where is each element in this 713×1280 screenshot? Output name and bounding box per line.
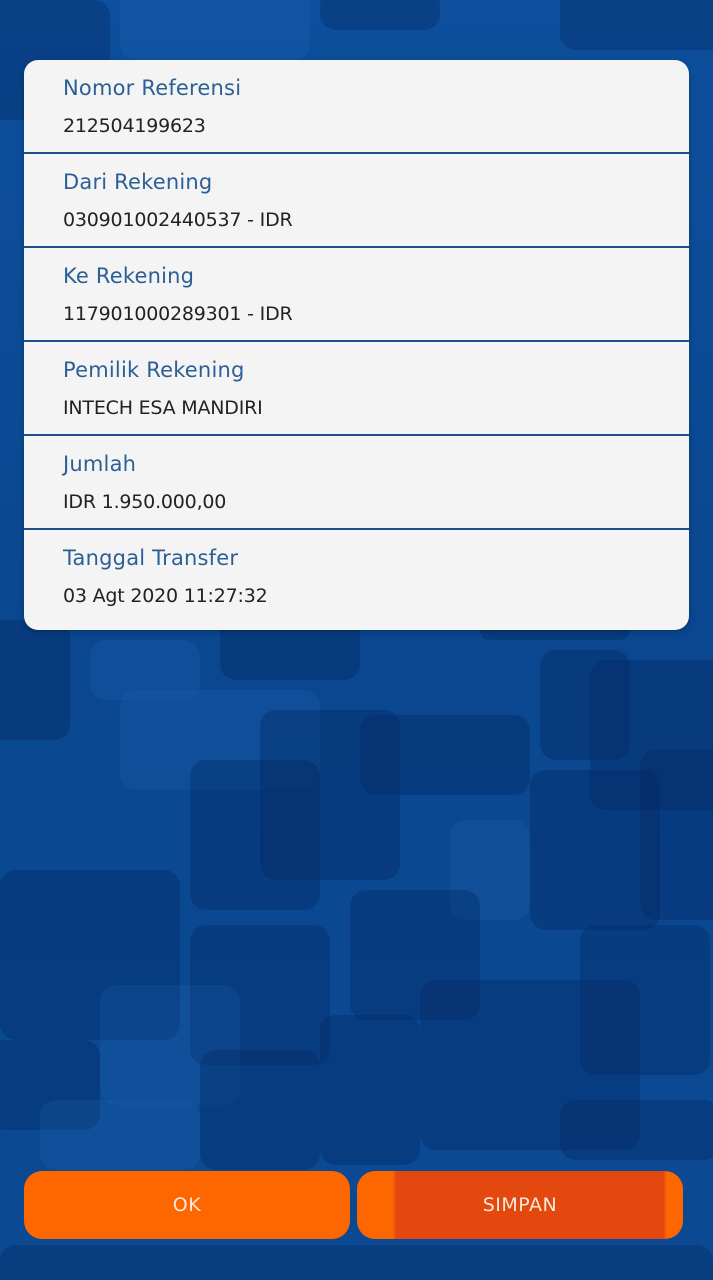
reference-value: 212504199623 xyxy=(63,115,206,137)
detail-row-account-owner: Pemilik Rekening INTECH ESA MANDIRI xyxy=(24,342,689,436)
amount-value: IDR 1.950.000,00 xyxy=(63,491,227,513)
detail-row-transfer-date: Tanggal Transfer 03 Agt 2020 11:27:32 xyxy=(24,530,689,628)
to-account-value: 117901000289301 - IDR xyxy=(63,303,293,325)
transfer-date-label: Tanggal Transfer xyxy=(63,546,239,570)
detail-row-to-account: Ke Rekening 117901000289301 - IDR xyxy=(24,248,689,342)
to-account-label: Ke Rekening xyxy=(63,264,195,288)
detail-row-from-account: Dari Rekening 030901002440537 - IDR xyxy=(24,154,689,248)
account-owner-label: Pemilik Rekening xyxy=(63,358,245,382)
save-button[interactable]: SIMPAN xyxy=(357,1171,683,1239)
amount-label: Jumlah xyxy=(63,452,137,476)
detail-row-reference: Nomor Referensi 212504199623 xyxy=(24,60,689,154)
from-account-label: Dari Rekening xyxy=(63,170,213,194)
account-owner-value: INTECH ESA MANDIRI xyxy=(63,397,263,419)
reference-label: Nomor Referensi xyxy=(63,76,242,100)
transfer-date-value: 03 Agt 2020 11:27:32 xyxy=(63,585,268,607)
from-account-value: 030901002440537 - IDR xyxy=(63,209,293,231)
transaction-details-card: Nomor Referensi 212504199623 Dari Rekeni… xyxy=(24,60,689,630)
ok-button[interactable]: OK xyxy=(24,1171,350,1239)
detail-row-amount: Jumlah IDR 1.950.000,00 xyxy=(24,436,689,530)
